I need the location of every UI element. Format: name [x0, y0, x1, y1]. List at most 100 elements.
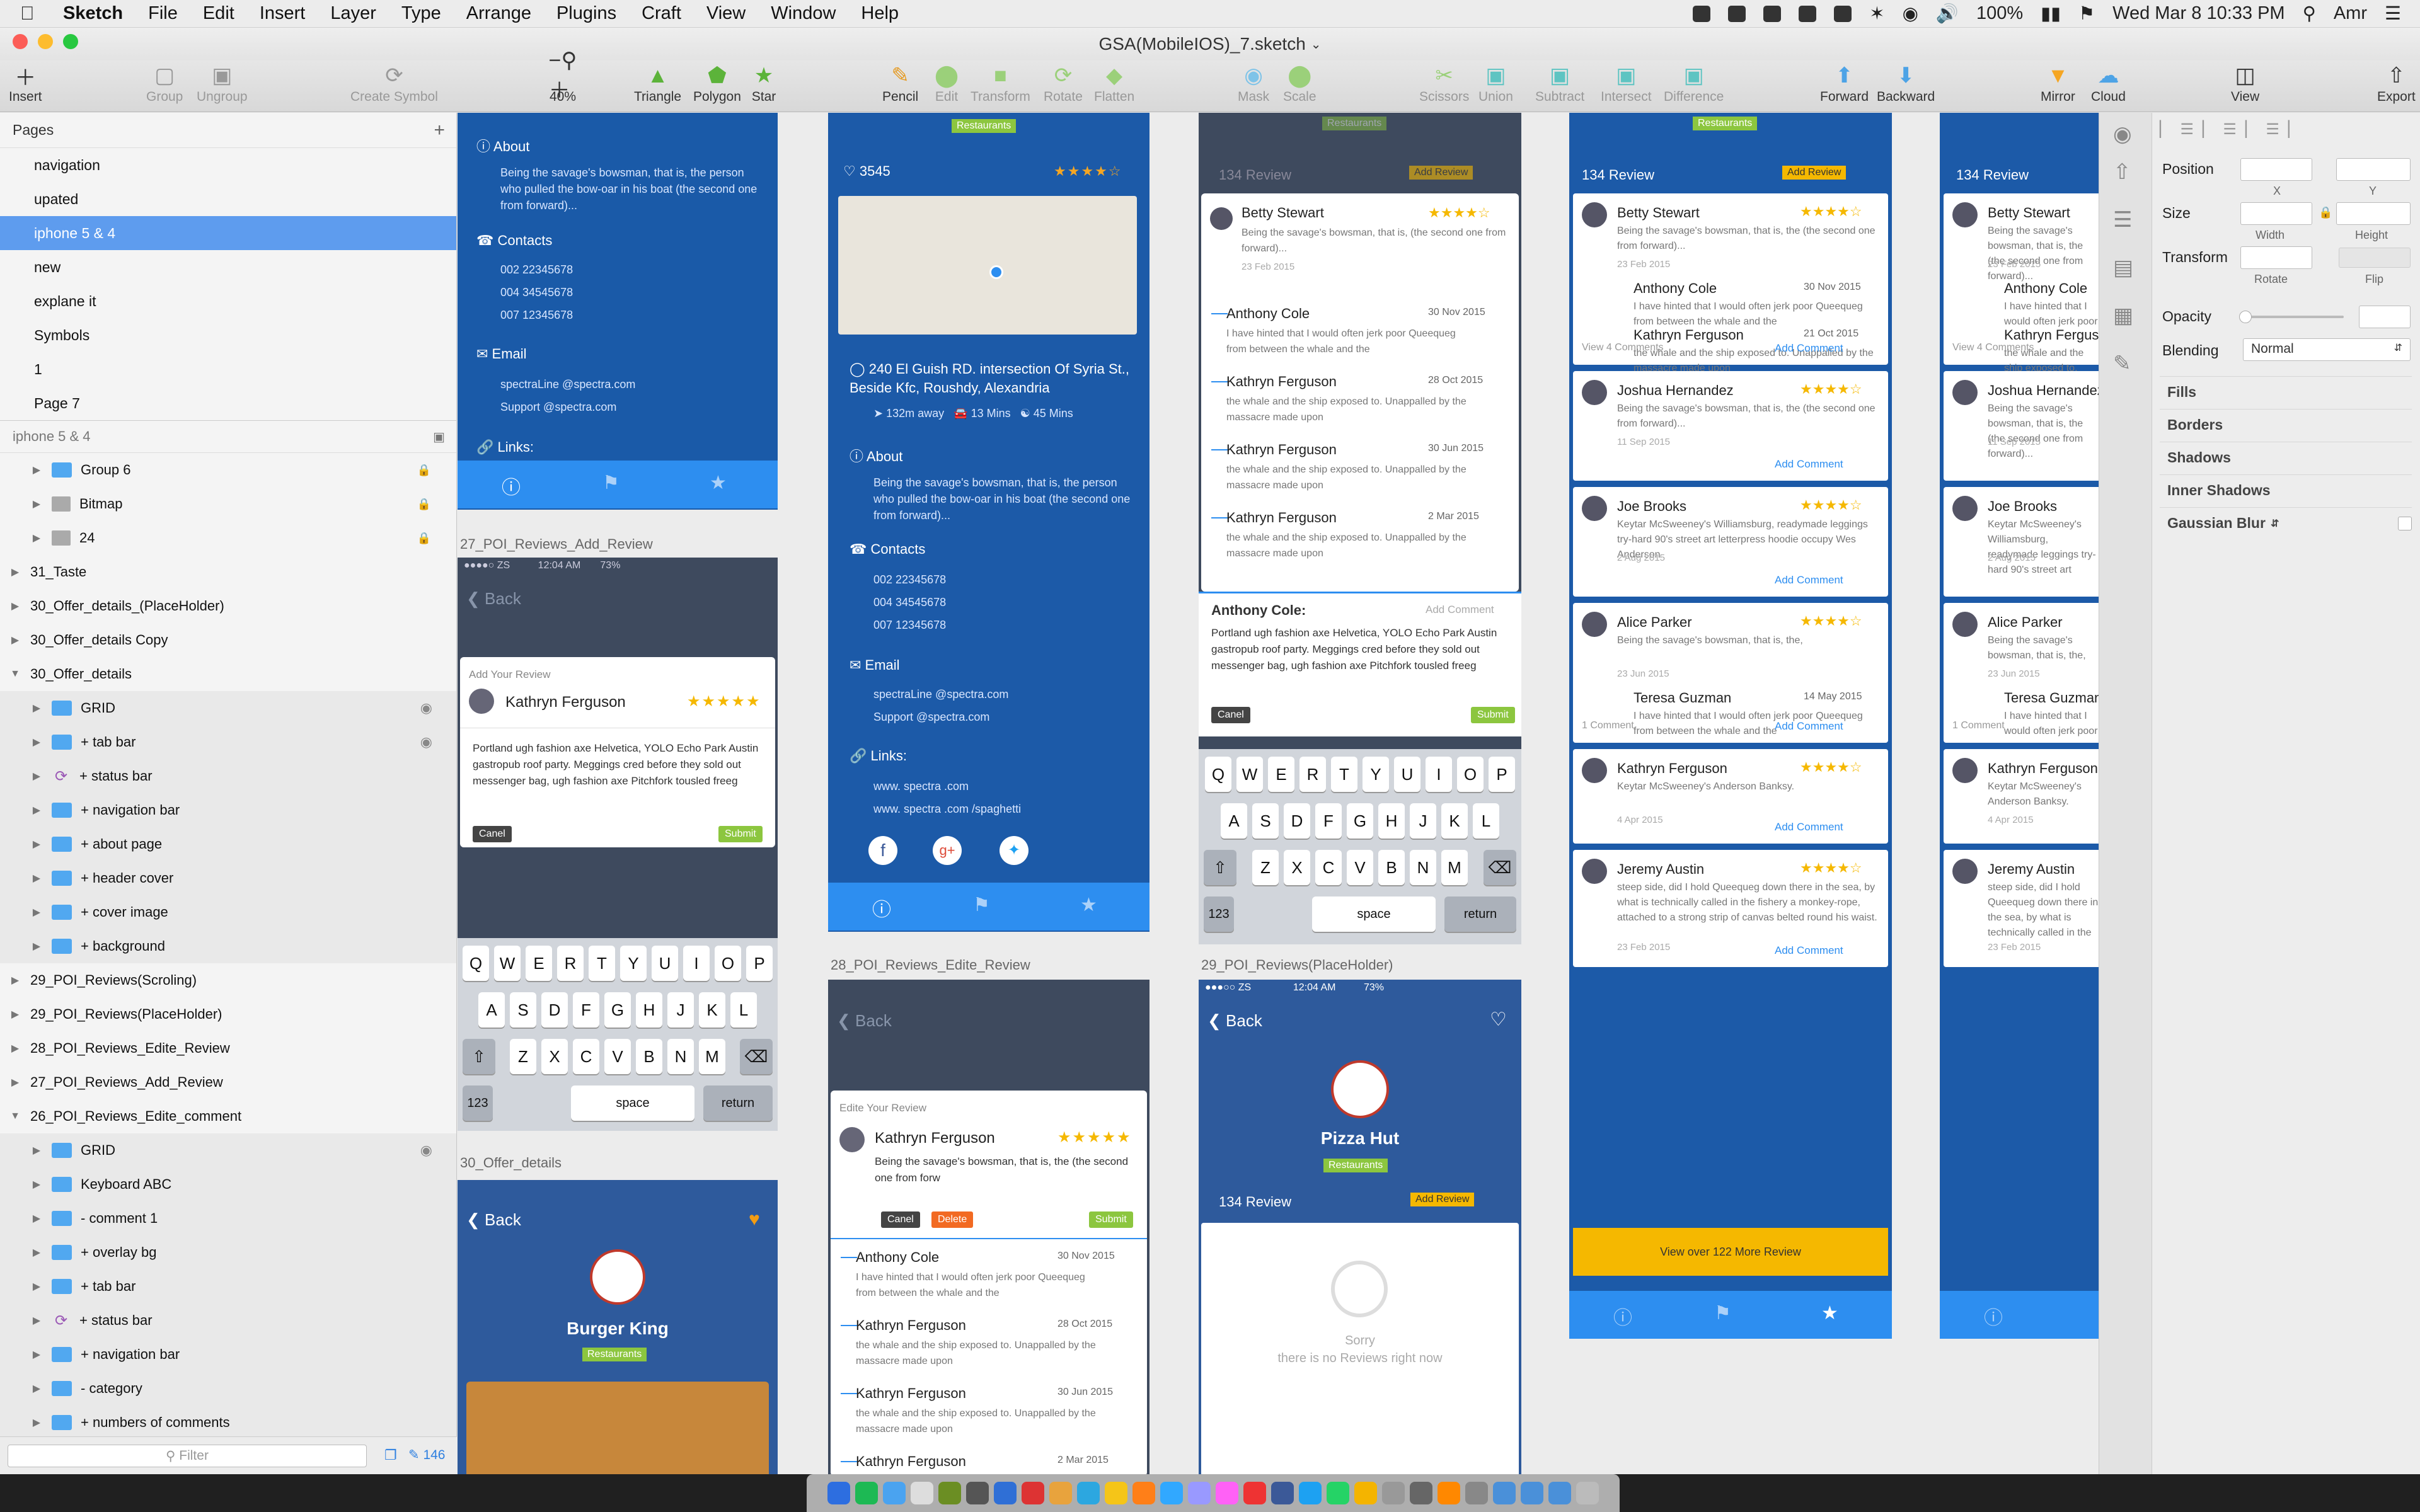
rotate-input[interactable]	[2240, 246, 2312, 269]
key[interactable]: T	[589, 946, 615, 981]
add-comment-link[interactable]: Add Comment	[1775, 574, 1843, 587]
review-card[interactable]: Joshua Hernandez ★★★★☆ Being the savage's …	[1573, 371, 1888, 481]
grid-icon[interactable]: ▦	[2113, 303, 2133, 328]
phone-1[interactable]: 002 22345678	[500, 261, 573, 278]
lock-icon[interactable]: 🔒	[2319, 206, 2332, 219]
blur-checkbox[interactable]	[2398, 516, 2412, 530]
heart-icon[interactable]: ♥	[749, 1209, 760, 1230]
comment-count[interactable]: 1 Comment	[1952, 720, 2005, 731]
flip-control[interactable]	[2339, 248, 2411, 268]
page-item[interactable]: navigation	[0, 148, 456, 182]
key[interactable]: P	[746, 946, 773, 981]
triangle-button[interactable]: ▲ Triangle	[634, 62, 681, 105]
y-input[interactable]	[2336, 158, 2411, 181]
group-button[interactable]: ▢ Group	[146, 62, 183, 105]
twitter-icon[interactable]: ✦	[1000, 836, 1028, 865]
forward-button[interactable]: ⬆ Forward	[1820, 62, 1869, 105]
flatten-button[interactable]: ◆ Flatten	[1094, 62, 1134, 105]
subtract-button[interactable]: ▣ Subtract	[1535, 62, 1584, 105]
fills-section[interactable]: Fills	[2160, 376, 2412, 408]
layer-row[interactable]: ▶ + tab bar ◉	[0, 725, 456, 759]
menu-window[interactable]: Window	[771, 3, 836, 24]
artboard-27-add-review[interactable]: ●●●●○ ZS 12:04 AM 73% ❮ Back Add Your Re…	[458, 558, 778, 1131]
info-tab-icon[interactable]: ⓘ	[1613, 1302, 1632, 1330]
app-icon[interactable]	[1243, 1482, 1266, 1504]
key[interactable]: E	[526, 946, 552, 981]
disclosure-closed-icon[interactable]: ▶	[30, 804, 43, 816]
info-tab-icon[interactable]: ⓘ	[502, 472, 521, 500]
key[interactable]: E	[1268, 757, 1294, 792]
doc-icon[interactable]: ▤	[2113, 255, 2133, 280]
key[interactable]: K	[1441, 803, 1468, 839]
likes[interactable]: ♡ 3545	[843, 163, 890, 180]
disclosure-closed-icon[interactable]: ▶	[9, 1008, 21, 1021]
edited-count[interactable]: ✎ 146	[408, 1447, 445, 1463]
key[interactable]: K	[699, 992, 725, 1028]
page-item[interactable]: explane it	[0, 284, 456, 318]
key[interactable]: A	[1221, 803, 1247, 839]
gaussian-blur-section[interactable]: Gaussian Blur ⇵	[2160, 507, 2412, 539]
key[interactable]: R	[1299, 757, 1326, 792]
star-button[interactable]: ★ Star	[751, 62, 776, 105]
page-item[interactable]: Page 7	[0, 386, 456, 420]
key-space[interactable]: space	[1312, 896, 1436, 932]
key[interactable]: I	[1426, 757, 1452, 792]
eye-icon[interactable]: ◉	[420, 700, 432, 716]
edit-button[interactable]: ⬤ Edit	[934, 62, 959, 105]
layer-row[interactable]: ▶ + numbers of comments	[0, 1406, 456, 1440]
flag-icon[interactable]: ⚑	[2078, 3, 2095, 25]
info-tab-icon[interactable]: ⓘ	[1984, 1302, 2003, 1330]
key[interactable]: A	[478, 992, 505, 1028]
app-icon[interactable]	[1022, 1482, 1044, 1504]
info-tab-icon[interactable]: ⓘ	[872, 894, 891, 922]
create-symbol-button[interactable]: ⟳ Create Symbol	[350, 62, 438, 105]
artboard-label-27[interactable]: 27_POI_Reviews_Add_Review	[460, 536, 653, 553]
app-icon[interactable]	[1382, 1482, 1405, 1504]
wifi-icon[interactable]: ◉	[1903, 3, 1918, 25]
back-button[interactable]: ❮ Back	[1207, 1011, 1262, 1031]
battery-percent[interactable]: 100%	[1976, 3, 2023, 24]
layer-row[interactable]: ▶ + navigation bar	[0, 1337, 456, 1372]
email-1[interactable]: spectraLine @spectra.com	[500, 376, 635, 392]
add-comment-link[interactable]: Add Comment	[1775, 720, 1843, 733]
key[interactable]: G	[604, 992, 631, 1028]
disclosure-open-icon[interactable]: ▼	[9, 1111, 21, 1122]
disclosure-closed-icon[interactable]: ▶	[30, 736, 43, 748]
heart-icon[interactable]: ♡	[1490, 1009, 1507, 1031]
key[interactable]: V	[1347, 850, 1373, 885]
menu-plugins[interactable]: Plugins	[556, 3, 616, 24]
search-icon[interactable]: ⚲	[2303, 3, 2316, 25]
pages-icon[interactable]: ❐	[384, 1447, 397, 1463]
add-comment-link[interactable]: Add Comment	[1775, 944, 1843, 957]
email-1[interactable]: spectraLine @spectra.com	[873, 686, 1008, 702]
apple-icon[interactable]: 	[20, 3, 45, 25]
phone-1[interactable]: 002 22345678	[873, 571, 946, 588]
disclosure-closed-icon[interactable]: ▶	[9, 1076, 21, 1089]
email-2[interactable]: Support @spectra.com	[500, 399, 616, 415]
disclosure-closed-icon[interactable]: ▶	[30, 1416, 43, 1429]
disclosure-closed-icon[interactable]: ▶	[30, 1314, 43, 1327]
menu-view[interactable]: View	[706, 3, 746, 24]
add-comment-link[interactable]: Add Comment	[1775, 458, 1843, 471]
cancel-button[interactable]: Canel	[881, 1211, 920, 1228]
facebook-icon[interactable]: f	[868, 836, 897, 865]
key[interactable]: F	[573, 992, 599, 1028]
phone-3[interactable]: 007 12345678	[500, 307, 573, 323]
close-window-button[interactable]	[13, 34, 28, 49]
email-2[interactable]: Support @spectra.com	[873, 709, 989, 725]
layer-row[interactable]: ▶ GRID ◉	[0, 691, 456, 725]
key[interactable]: J	[667, 992, 694, 1028]
layer-row[interactable]: ▶ - category	[0, 1372, 456, 1406]
key[interactable]: L	[1473, 803, 1499, 839]
layer-row[interactable]: ▶ GRID ◉	[0, 1133, 456, 1167]
layer-row[interactable]: ▶ 31_Taste	[0, 555, 456, 589]
page-item[interactable]: new	[0, 250, 456, 284]
after-effects-icon[interactable]	[1188, 1482, 1211, 1504]
opacity-slider[interactable]	[2239, 311, 2344, 323]
cancel-button[interactable]: Canel	[473, 826, 512, 842]
key[interactable]: O	[715, 946, 741, 981]
menu-insert[interactable]: Insert	[260, 3, 306, 24]
key[interactable]: C	[1315, 850, 1342, 885]
eye-icon[interactable]: ◉	[420, 734, 432, 750]
layer-row[interactable]: ▶ 29_POI_Reviews(PlaceHolder)	[0, 997, 456, 1031]
